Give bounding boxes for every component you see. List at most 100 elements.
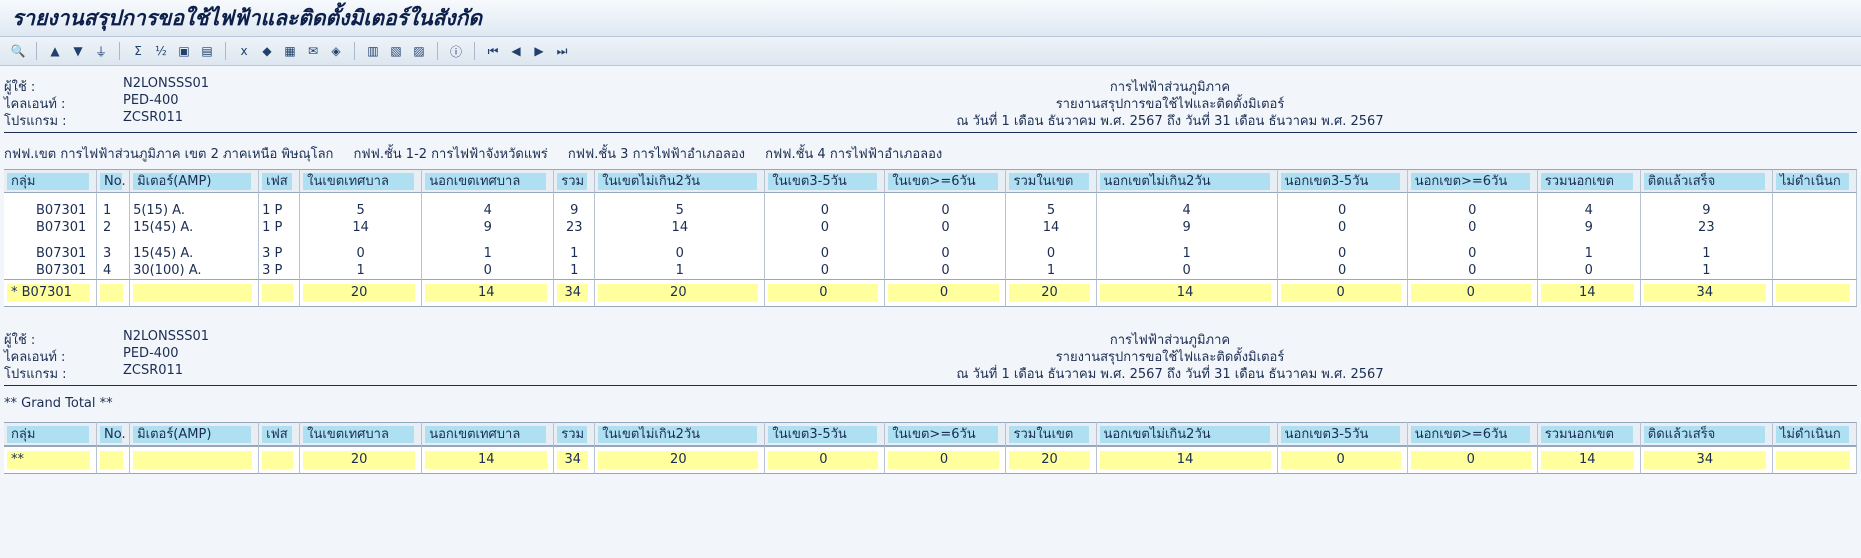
column-header-label: นอกเขตไม่เกิน2วัน [1099, 425, 1270, 443]
print-preview-icon[interactable]: ▣ [174, 41, 194, 61]
column-header-label: ในเขตไม่เกิน2วัน [598, 425, 758, 443]
column-header[interactable]: ในเขต3-5วัน [765, 422, 886, 446]
total-cell: 20 [300, 446, 423, 474]
save-layout-icon[interactable]: ▨ [409, 41, 429, 61]
spacer-cell [1537, 193, 1641, 202]
column-header[interactable]: รวม [554, 169, 596, 193]
column-header[interactable]: ไม่ดำเนินก [1772, 169, 1857, 193]
column-header-label: ในเขต>=6วัน [888, 172, 999, 190]
total-value: ** [7, 451, 91, 469]
column-header[interactable]: ในเขต3-5วัน [765, 169, 886, 193]
total-value: 0 [768, 284, 879, 302]
column-header[interactable]: นอกเขตเทศบาล [422, 169, 555, 193]
table-cell: 1 [595, 262, 766, 279]
select-layout-icon[interactable]: ▧ [386, 41, 406, 61]
subtotal-row[interactable]: * B07301 20 14 34 20 0 0 20 14 0 0 14 34 [4, 279, 1857, 307]
table-row[interactable]: B07301 3 15(45) A. 3 P011000010011 [4, 245, 1857, 262]
mail-icon[interactable]: ✉ [303, 41, 323, 61]
filter-icon[interactable]: ⏚ [91, 41, 111, 61]
info-icon[interactable]: ⓘ [446, 41, 466, 61]
graphic-icon[interactable]: ◈ [326, 41, 346, 61]
table-row[interactable]: B07301 4 30(100) A. 3 P101100100001 [4, 262, 1857, 279]
column-header[interactable]: No. [97, 169, 131, 193]
column-header[interactable]: ติดแล้วเสร็จ [1640, 169, 1773, 193]
table-row[interactable]: B07301 2 15(45) A. 1 P 14 9 23 14 0 0 14 9 0 0 9 23 [4, 219, 1857, 236]
table-cell: 0 [1407, 202, 1538, 219]
total-value: 34 [557, 284, 589, 302]
column-header[interactable]: มิเตอร์(AMP) [130, 422, 260, 446]
column-header[interactable]: นอกเขต3-5วัน [1277, 169, 1408, 193]
sum-icon[interactable]: Σ [128, 41, 148, 61]
table-cell: 1 P [259, 219, 301, 236]
column-header[interactable]: ในเขต>=6วัน [885, 169, 1007, 193]
export-excel-icon[interactable]: x [234, 41, 254, 61]
table-cell: B07301 [4, 245, 98, 262]
column-header[interactable]: กลุ่ม [4, 422, 98, 446]
column-header[interactable]: ในเขตไม่เกิน2วัน [595, 169, 766, 193]
change-layout-icon[interactable]: ▥ [363, 41, 383, 61]
column-header[interactable]: ในเขตเทศบาล [300, 169, 423, 193]
total-cell: 20 [300, 279, 423, 307]
sort-asc-icon[interactable]: ▲ [45, 41, 65, 61]
column-header[interactable]: รวมนอกเขต [1537, 169, 1641, 193]
filter-level-1-2: กฟฟ.ชั้น 1-2 การไฟฟ้าจังหวัดแพร่ [353, 147, 548, 162]
total-value: 20 [598, 451, 759, 469]
total-cell: 0 [765, 446, 886, 474]
column-header[interactable]: ในเขตเทศบาล [300, 422, 423, 446]
table-cell: 23 [554, 219, 596, 236]
column-header-label: เฟส [262, 172, 293, 190]
next-page-icon[interactable]: ▶ [529, 41, 549, 61]
table-row[interactable]: B07301 1 5(15) A. 1 P549500540049 [4, 202, 1857, 219]
user-value: N2LONSSS01 [123, 76, 210, 91]
word-icon[interactable]: ◆ [257, 41, 277, 61]
spacer-cell [765, 193, 886, 202]
spacer-cell [130, 193, 260, 202]
column-header[interactable]: นอกเขตไม่เกิน2วัน [1096, 422, 1278, 446]
table-cell: 1 [97, 202, 131, 219]
column-header[interactable]: รวมนอกเขต [1537, 422, 1641, 446]
column-header[interactable]: ไม่ดำเนินก [1772, 422, 1857, 446]
total-cell: 34 [1640, 446, 1773, 474]
table-cell: 0 [1407, 262, 1538, 279]
column-header[interactable]: นอกเขตไม่เกิน2วัน [1096, 169, 1278, 193]
column-header[interactable]: รวมในเขต [1006, 169, 1097, 193]
total-value [1775, 284, 1850, 302]
column-header[interactable]: No. [97, 422, 131, 446]
column-header[interactable]: กลุ่ม [4, 169, 98, 193]
grand-total-row[interactable]: ** 20 14 34 20 0 0 20 14 0 0 14 34 [4, 446, 1857, 474]
column-header[interactable]: มิเตอร์(AMP) [130, 169, 260, 193]
detail-icon[interactable]: 🔍 [8, 41, 28, 61]
table-cell: 0 [1277, 219, 1408, 236]
table-cell: 1 [1640, 245, 1773, 262]
user-value: N2LONSSS01 [123, 329, 210, 344]
column-header[interactable]: นอกเขตเทศบาล [422, 422, 555, 446]
column-header[interactable]: เฟส [259, 422, 301, 446]
spacer-cell [1407, 193, 1538, 202]
layout-icon[interactable]: ▤ [197, 41, 217, 61]
first-page-icon[interactable]: ⏮ [483, 41, 503, 61]
total-cell: 34 [1640, 279, 1773, 307]
column-header[interactable]: นอกเขต>=6วัน [1407, 422, 1538, 446]
last-page-icon[interactable]: ⏭ [552, 41, 572, 61]
column-header[interactable]: ติดแล้วเสร็จ [1640, 422, 1773, 446]
table-cell: 3 P [259, 262, 301, 279]
spacer-cell [1277, 236, 1408, 245]
column-header[interactable]: ในเขต>=6วัน [885, 422, 1007, 446]
column-header[interactable]: รวมในเขต [1006, 422, 1097, 446]
sort-desc-icon[interactable]: ▼ [68, 41, 88, 61]
table-cell: 5 [595, 202, 766, 219]
total-value [262, 451, 294, 469]
spacer-cell [422, 193, 555, 202]
table-cell: 1 [1006, 262, 1097, 279]
column-header[interactable]: เฟส [259, 169, 301, 193]
table-cell [1772, 262, 1857, 279]
table-cell: 1 P [259, 202, 301, 219]
column-header[interactable]: นอกเขต3-5วัน [1277, 422, 1408, 446]
subtotal-icon[interactable]: ½ [151, 41, 171, 61]
prev-page-icon[interactable]: ◀ [506, 41, 526, 61]
column-header[interactable]: รวม [554, 422, 596, 446]
column-header[interactable]: นอกเขต>=6วัน [1407, 169, 1538, 193]
local-file-icon[interactable]: ▦ [280, 41, 300, 61]
column-header-label: ในเขตไม่เกิน2วัน [598, 172, 758, 190]
column-header[interactable]: ในเขตไม่เกิน2วัน [595, 422, 766, 446]
